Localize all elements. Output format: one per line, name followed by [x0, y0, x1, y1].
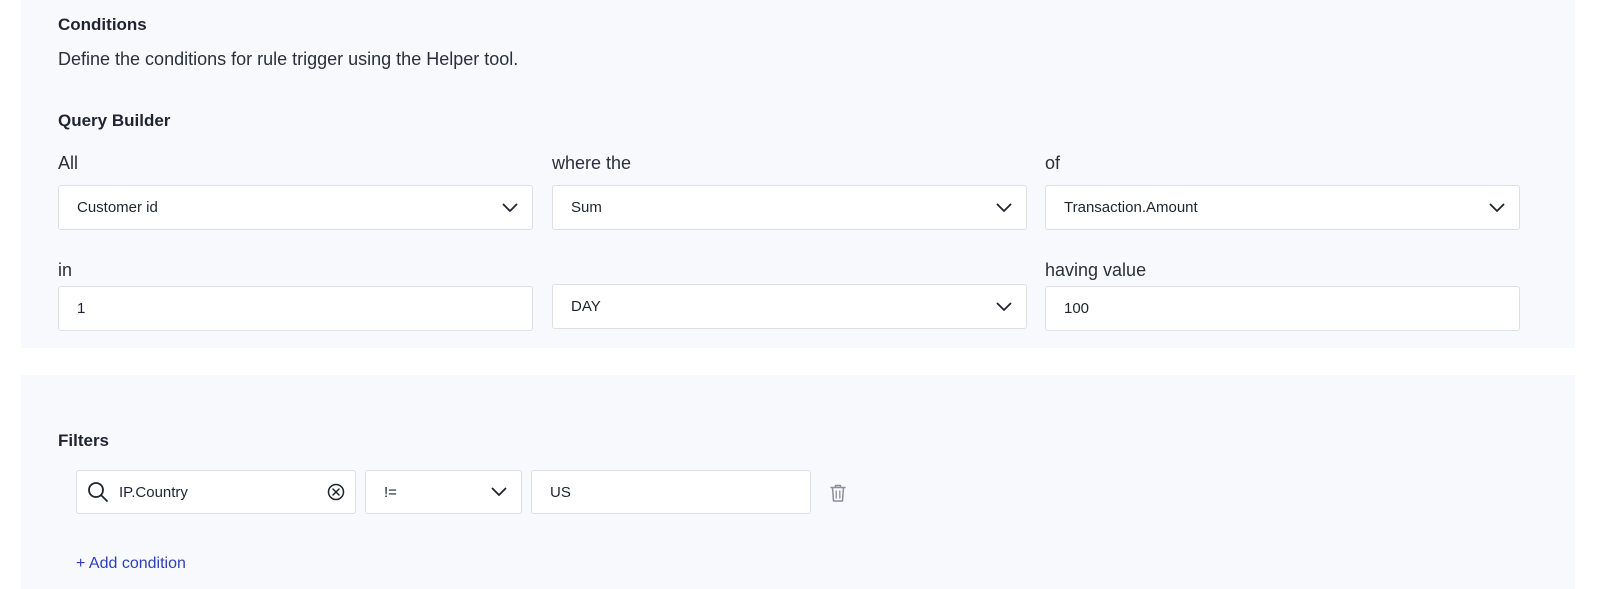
add-condition-link[interactable]: + Add condition	[76, 555, 186, 573]
label-of: of	[1045, 153, 1061, 173]
query-builder-title: Query Builder	[58, 111, 171, 130]
conditions-title: Conditions	[58, 15, 147, 34]
filter-value-input[interactable]: US	[531, 470, 811, 514]
chevron-down-icon	[491, 487, 507, 496]
chevron-down-icon	[1489, 203, 1505, 212]
filter-operator-select[interactable]: !=	[365, 470, 522, 514]
time-unit-value: DAY	[571, 298, 601, 315]
label-in: in	[58, 260, 73, 280]
filter-value: US	[550, 483, 571, 501]
aggregate-value: Sum	[571, 199, 602, 216]
threshold-input[interactable]: 100	[1045, 286, 1520, 331]
filter-field-value: IP.Country	[119, 483, 188, 501]
filter-field-search[interactable]: IP.Country	[76, 470, 356, 514]
window-value: 1	[77, 300, 86, 317]
label-where-the: where the	[552, 153, 632, 173]
filter-operator-value: !=	[384, 483, 397, 501]
chevron-down-icon	[502, 203, 518, 212]
group-by-value: Customer id	[77, 199, 158, 216]
aggregate-select[interactable]: Sum	[552, 185, 1027, 230]
trash-icon[interactable]	[829, 483, 847, 503]
filters-title: Filters	[58, 431, 110, 450]
conditions-description: Define the conditions for rule trigger u…	[58, 49, 519, 69]
search-icon	[88, 482, 108, 502]
field-value: Transaction.Amount	[1064, 199, 1198, 216]
field-select[interactable]: Transaction.Amount	[1045, 185, 1520, 230]
group-by-select[interactable]: Customer id	[58, 185, 533, 230]
time-unit-select[interactable]: DAY	[552, 284, 1027, 329]
clear-icon[interactable]	[327, 483, 345, 501]
label-having-value: having value	[1045, 260, 1147, 280]
chevron-down-icon	[996, 302, 1012, 311]
label-all: All	[58, 153, 79, 173]
window-input[interactable]: 1	[58, 286, 533, 331]
threshold-value: 100	[1064, 300, 1090, 317]
chevron-down-icon	[996, 203, 1012, 212]
